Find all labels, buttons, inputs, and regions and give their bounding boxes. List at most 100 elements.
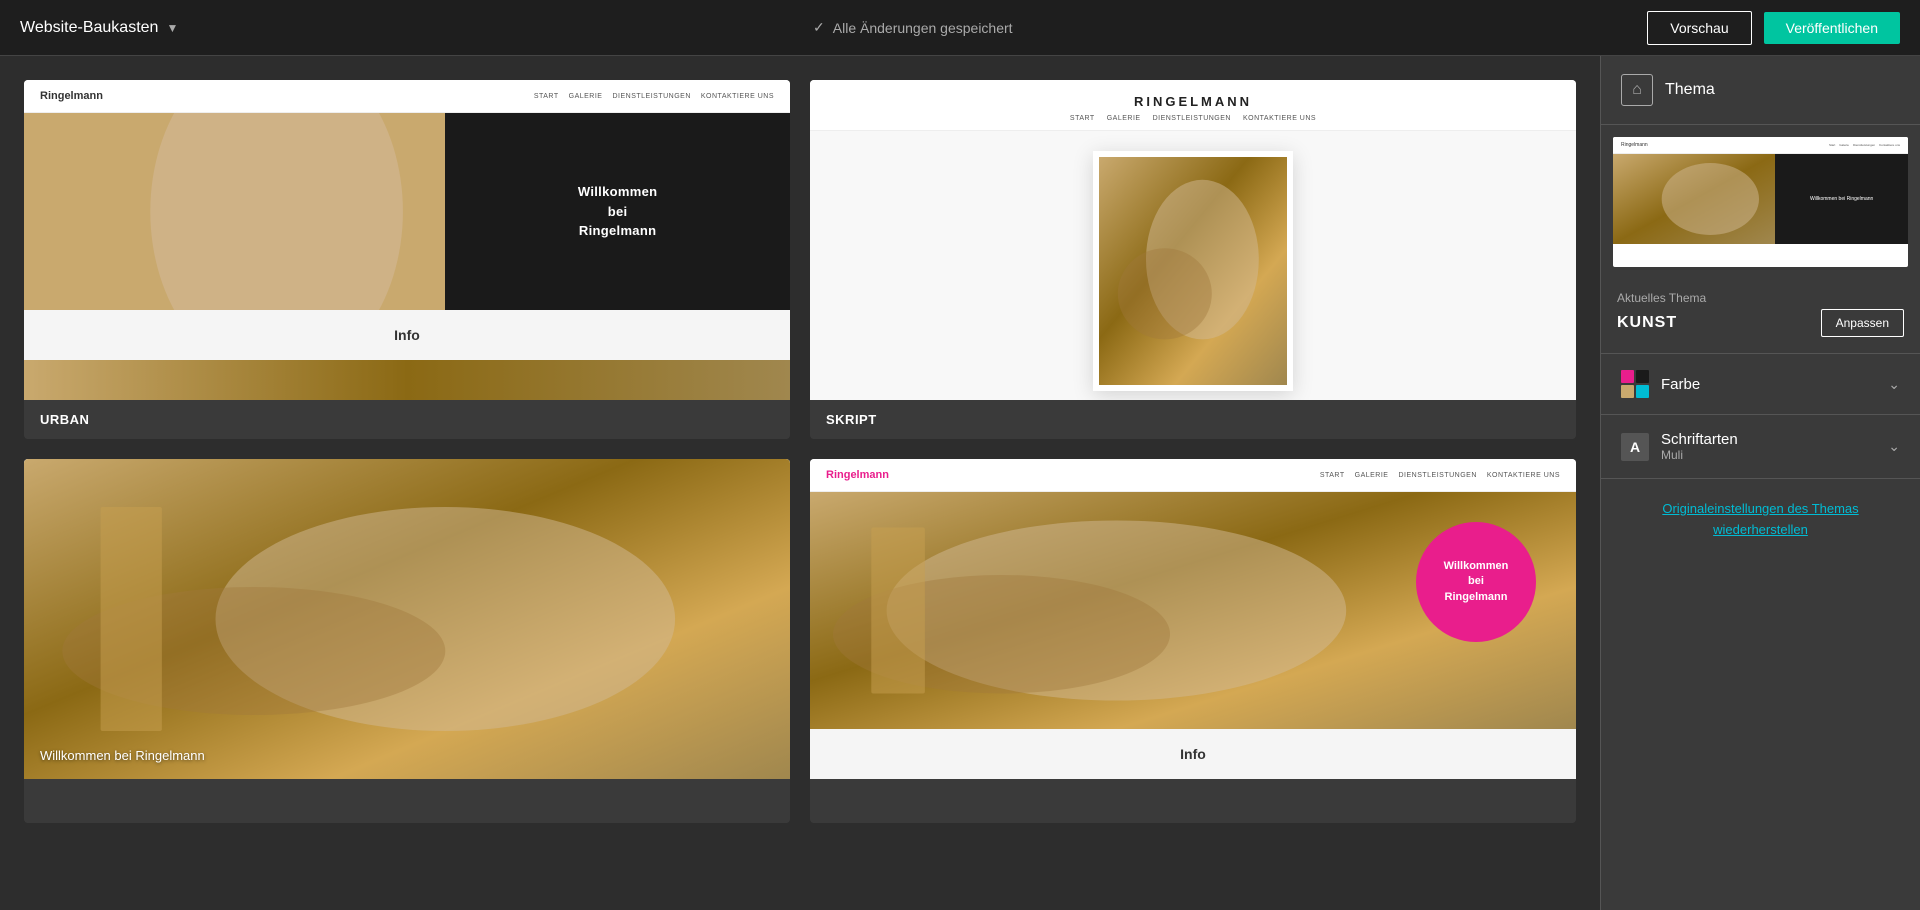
- urban-info-section: Info: [24, 310, 790, 360]
- sidebar-theme-preview: Ringelmann Start Galerie Dienstleistunge…: [1601, 125, 1920, 279]
- pink-info-section: Info: [810, 729, 1576, 779]
- thumb-hero-img: [1613, 154, 1775, 244]
- thumb-hero-label: Willkommen bei Ringelmann: [1810, 196, 1873, 203]
- urban-nav-start: START: [534, 93, 559, 100]
- schriftarten-info: Schriftarten Muli: [1661, 431, 1738, 462]
- minimal-hero: Willkommen bei Ringelmann: [24, 489, 790, 779]
- urban-hero-image: [24, 113, 445, 310]
- theme-card-pink[interactable]: Ringelmann START GALERIE DIENSTLEISTUNGE…: [810, 459, 1576, 823]
- pink-nav-logo: Ringelmann: [826, 469, 889, 481]
- home-icon: ⌂: [1621, 74, 1653, 106]
- urban-hero-text: WillkommenbeiRingelmann: [445, 113, 790, 310]
- skript-label: SKRIPT: [810, 400, 1576, 439]
- save-status: ✓ Alle Änderungen gespeichert: [813, 19, 1013, 36]
- pink-preview: Ringelmann START GALERIE DIENSTLEISTUNGE…: [810, 459, 1576, 779]
- skript-logo: RINGELMANN: [1134, 94, 1252, 109]
- current-theme-name: KUNST: [1617, 314, 1677, 332]
- urban-info-label: Info: [394, 327, 420, 343]
- pink-hero: WillkommenbeiRingelmann: [810, 492, 1576, 729]
- minimal-hero-text: Willkommen bei Ringelmann: [40, 748, 205, 763]
- pink-welcome-circle: WillkommenbeiRingelmann: [1416, 522, 1536, 642]
- pink-info-label: Info: [1180, 746, 1206, 762]
- restore-link[interactable]: Originaleinstellungen des Themas wiederh…: [1662, 501, 1858, 537]
- farbe-left: Farbe: [1621, 370, 1700, 398]
- schriftarten-font: Muli: [1661, 448, 1738, 462]
- schriftarten-left: A Schriftarten Muli: [1621, 431, 1738, 462]
- color-cell-teal: [1636, 385, 1649, 398]
- app-title: Website-Baukasten: [20, 19, 158, 37]
- pink-nav-start: START: [1320, 472, 1345, 479]
- pink-nav-links: START GALERIE DIENSTLEISTUNGEN KONTAKTIE…: [1320, 472, 1560, 479]
- thumb-galerie: Galerie: [1839, 143, 1849, 147]
- farbe-label: Farbe: [1661, 376, 1700, 393]
- urban-welcome-text: WillkommenbeiRingelmann: [578, 182, 657, 241]
- topbar: Website-Baukasten ▼ ✓ Alle Änderungen ge…: [0, 0, 1920, 56]
- urban-nav-kontakt: KONTAKTIERE UNS: [701, 93, 774, 100]
- thumb-nav-links: Start Galerie Dienstleistungen Kontaktie…: [1829, 143, 1900, 147]
- thumb-nav: Ringelmann Start Galerie Dienstleistunge…: [1613, 137, 1908, 154]
- theme-card-skript[interactable]: RINGELMANN START GALERIE DIENSTLEISTUNGE…: [810, 80, 1576, 439]
- check-icon: ✓: [813, 19, 825, 36]
- preview-button[interactable]: Vorschau: [1647, 11, 1751, 45]
- restore-section: Originaleinstellungen des Themas wiederh…: [1601, 479, 1920, 561]
- thumb-hero: Willkommen bei Ringelmann: [1613, 154, 1908, 244]
- theme-card-urban[interactable]: Ringelmann START GALERIE DIENSTLEISTUNGE…: [24, 80, 790, 439]
- main-layout: Ringelmann START GALERIE DIENSTLEISTUNGE…: [0, 56, 1920, 910]
- theme-thumbnail: Ringelmann Start Galerie Dienstleistunge…: [1613, 137, 1908, 267]
- color-grid-icon: [1621, 370, 1649, 398]
- farbe-chevron-icon: ⌄: [1888, 376, 1900, 393]
- current-theme-row: KUNST Anpassen: [1617, 309, 1904, 337]
- sidebar-header: ⌂ Thema: [1601, 56, 1920, 125]
- urban-preview: Ringelmann START GALERIE DIENSTLEISTUNGE…: [24, 80, 790, 400]
- save-status-text: Alle Änderungen gespeichert: [833, 20, 1013, 36]
- minimal-label: [24, 779, 790, 823]
- schriftarten-label: Schriftarten: [1661, 431, 1738, 448]
- pink-label: [810, 779, 1576, 823]
- font-icon: A: [1621, 433, 1649, 461]
- minimal-preview: RINGELMANN START GALERIE DIENSTLEISTUNGE…: [24, 459, 790, 779]
- pink-nav-dienst: DIENSTLEISTUNGEN: [1398, 472, 1476, 479]
- thumb-start: Start: [1829, 143, 1835, 147]
- urban-hero: WillkommenbeiRingelmann: [24, 113, 790, 310]
- skript-nav: RINGELMANN START GALERIE DIENSTLEISTUNGE…: [810, 80, 1576, 131]
- title-chevron-icon[interactable]: ▼: [166, 21, 178, 35]
- pink-nav-kontakt: KONTAKTIERE UNS: [1487, 472, 1560, 479]
- pink-circle-text: WillkommenbeiRingelmann: [1444, 559, 1509, 605]
- current-theme-section: Aktuelles Thema KUNST Anpassen: [1601, 279, 1920, 354]
- theme-cards-grid: Ringelmann START GALERIE DIENSTLEISTUNGE…: [0, 56, 1600, 910]
- skript-hero-image: [1093, 151, 1293, 391]
- urban-nav: Ringelmann START GALERIE DIENSTLEISTUNGE…: [24, 80, 790, 113]
- customize-button[interactable]: Anpassen: [1821, 309, 1904, 337]
- sidebar-title: Thema: [1665, 81, 1715, 99]
- skript-nav-dienst: DIENSTLEISTUNGEN: [1153, 115, 1231, 122]
- topbar-actions: Vorschau Veröffentlichen: [1647, 11, 1900, 45]
- skript-hero: [810, 131, 1576, 400]
- skript-preview: RINGELMANN START GALERIE DIENSTLEISTUNGE…: [810, 80, 1576, 400]
- schriftarten-chevron-icon: ⌄: [1888, 438, 1900, 455]
- sidebar: ⌂ Thema Ringelmann Start Galerie Dienstl…: [1600, 56, 1920, 910]
- urban-nav-logo: Ringelmann: [40, 90, 103, 102]
- theme-card-minimal[interactable]: RINGELMANN START GALERIE DIENSTLEISTUNGE…: [24, 459, 790, 823]
- thumb-dienst: Dienstleistungen: [1853, 143, 1875, 147]
- schriftarten-row[interactable]: A Schriftarten Muli ⌄: [1601, 415, 1920, 479]
- thumb-logo: Ringelmann: [1621, 142, 1648, 148]
- color-cell-dark: [1636, 370, 1649, 383]
- urban-nav-galerie: GALERIE: [569, 93, 603, 100]
- urban-nav-dienst: DIENSTLEISTUNGEN: [612, 93, 690, 100]
- farbe-row[interactable]: Farbe ⌄: [1601, 354, 1920, 415]
- publish-button[interactable]: Veröffentlichen: [1764, 12, 1900, 44]
- urban-bottom-bar: [24, 360, 790, 400]
- urban-nav-links: START GALERIE DIENSTLEISTUNGEN KONTAKTIE…: [534, 93, 774, 100]
- pink-nav-galerie: GALERIE: [1355, 472, 1389, 479]
- color-cell-gold: [1621, 385, 1634, 398]
- pink-nav: Ringelmann START GALERIE DIENSTLEISTUNGE…: [810, 459, 1576, 492]
- color-cell-pink: [1621, 370, 1634, 383]
- thumb-hero-text: Willkommen bei Ringelmann: [1775, 154, 1908, 244]
- skript-nav-start: START: [1070, 115, 1095, 122]
- skript-nav-galerie: GALERIE: [1107, 115, 1141, 122]
- thumb-kontakt: Kontaktiere uns: [1879, 143, 1900, 147]
- urban-label: URBAN: [24, 400, 790, 439]
- current-theme-label: Aktuelles Thema: [1617, 291, 1904, 305]
- topbar-left: Website-Baukasten ▼: [20, 19, 178, 37]
- skript-nav-kontakt: KONTAKTIERE UNS: [1243, 115, 1316, 122]
